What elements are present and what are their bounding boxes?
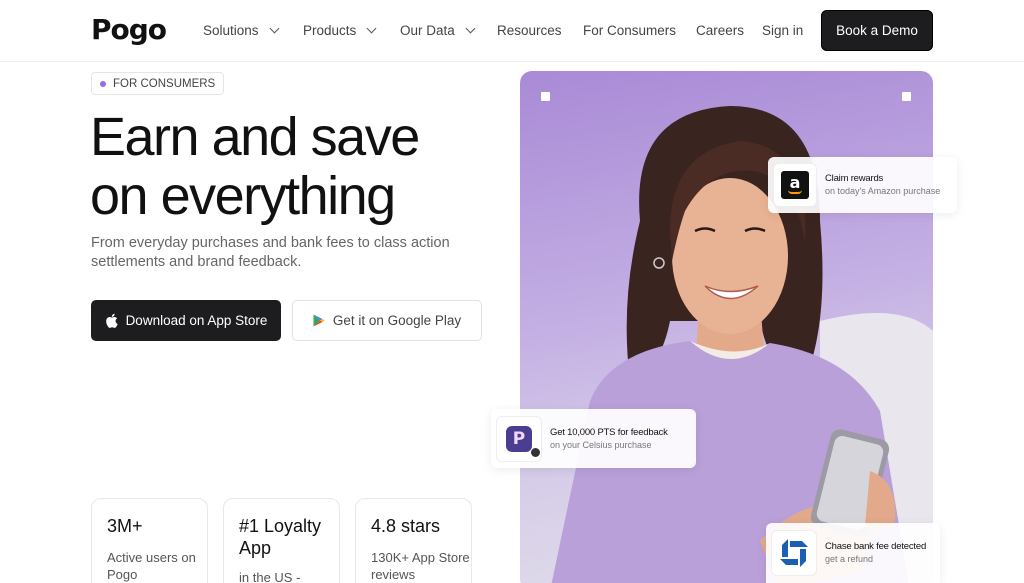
stat-value: 4.8 stars xyxy=(371,516,441,536)
badge-label: FOR CONSUMERS xyxy=(113,77,216,90)
chevron-down-icon xyxy=(269,23,279,34)
app-store-button[interactable]: Download on App Store xyxy=(91,300,281,341)
stat-card-users: 3M+ Active users on Pogo xyxy=(91,498,208,583)
card-title: Claim rewards xyxy=(825,173,884,184)
app-store-label: Download on App Store xyxy=(125,313,268,328)
stat-label: 130K+ App Store reviews xyxy=(371,550,470,582)
card-subtitle: on today's Amazon purchase xyxy=(825,186,941,196)
amazon-logo-tile: a xyxy=(774,164,816,206)
amazon-reward-card[interactable]: a Claim rewards on today's Amazon purcha… xyxy=(768,157,957,213)
badge-dot-icon xyxy=(100,80,106,87)
hero-photo xyxy=(520,71,933,583)
headline-line-1: Earn and save xyxy=(90,107,420,167)
stat-card-rating: 4.8 stars 130K+ App Store reviews xyxy=(355,498,472,583)
stat-label: Active users on Pogo xyxy=(107,550,196,582)
apple-icon xyxy=(105,313,118,328)
google-play-label: Get it on Google Play xyxy=(332,313,462,328)
chevron-down-icon xyxy=(465,23,476,34)
top-nav: Pogo Solutions Products Our Data Resourc… xyxy=(0,0,1024,62)
card-title: Chase bank fee detected xyxy=(825,541,927,552)
chase-icon xyxy=(780,539,808,567)
chase-logo-tile xyxy=(772,531,816,575)
for-consumers-badge: FOR CONSUMERS xyxy=(91,72,225,95)
nav-resources[interactable]: Resources xyxy=(497,23,562,38)
card-title: Get 10,000 PTS for feedback xyxy=(550,426,668,438)
card-subtitle: on your Celsius purchase xyxy=(550,439,652,450)
nav-products[interactable]: Products xyxy=(303,23,377,38)
google-play-button[interactable]: Get it on Google Play xyxy=(292,300,482,341)
nav-for-consumers[interactable]: For Consumers xyxy=(583,23,676,38)
book-demo-button[interactable]: Book a Demo xyxy=(821,10,933,51)
nav-resources-label: Resources xyxy=(497,23,562,38)
headline-line-2: on everything xyxy=(90,166,396,226)
chevron-down-icon xyxy=(366,23,377,34)
check-badge-icon xyxy=(530,446,541,458)
hero-headline: Earn and save on everything xyxy=(90,108,510,226)
hero-subhead: From everyday purchases and bank fees to… xyxy=(91,235,450,270)
pogo-app-icon: P xyxy=(506,425,532,452)
woman-with-phone-illustration xyxy=(551,106,933,583)
nav-our-data[interactable]: Our Data xyxy=(400,23,476,38)
nav-sign-in[interactable]: Sign in xyxy=(762,23,803,38)
nav-for-consumers-label: For Consumers xyxy=(583,23,677,38)
nav-sign-in-label: Sign in xyxy=(762,23,804,38)
pogo-app-tile: P xyxy=(497,416,541,461)
pogo-logo[interactable]: Pogo xyxy=(91,13,167,46)
amazon-icon: a xyxy=(781,171,809,199)
nav-careers[interactable]: Careers xyxy=(696,23,744,38)
nav-products-label: Products xyxy=(303,23,357,38)
nav-solutions-label: Solutions xyxy=(203,23,259,38)
google-play-icon xyxy=(313,314,325,327)
chase-fee-card[interactable]: Chase bank fee detected get a refund xyxy=(766,523,940,583)
stat-label: in the US - xyxy=(239,570,301,583)
nav-solutions[interactable]: Solutions xyxy=(203,23,279,38)
nav-our-data-label: Our Data xyxy=(400,23,455,38)
stat-card-loyalty: #1 Loyalty App in the US - xyxy=(223,498,340,583)
nav-careers-label: Careers xyxy=(696,23,745,38)
stat-value: #1 Loyalty App xyxy=(239,516,322,558)
card-subtitle: get a refund xyxy=(825,554,874,564)
stat-value: 3M+ xyxy=(107,516,143,536)
celsius-feedback-card[interactable]: P Get 10,000 PTS for feedback on your Ce… xyxy=(491,409,696,468)
